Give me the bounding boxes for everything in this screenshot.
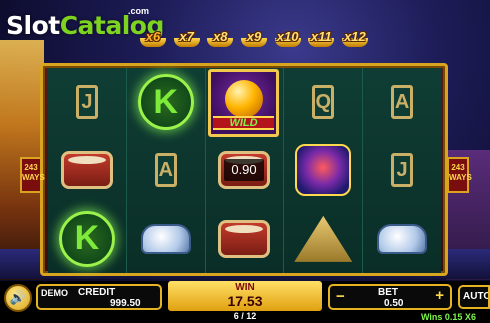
reel-cell	[206, 205, 284, 273]
letter-symbol-a: A	[391, 85, 414, 120]
win-panel: WIN 17.53	[168, 281, 322, 311]
letter-symbol-q: Q	[312, 85, 335, 120]
reel-cell: K	[127, 68, 205, 136]
bet-decrease-button[interactable]: −	[336, 288, 345, 305]
golden-pearl-icon	[225, 80, 263, 118]
multiplier-value: x7	[179, 28, 194, 44]
reel-cell	[127, 205, 205, 273]
reel-cell	[284, 136, 362, 204]
reel-column: JK	[48, 68, 127, 273]
multiplier-ingot: x10	[273, 24, 303, 48]
multiplier-ingot: x6	[138, 24, 168, 48]
letter-symbol-k: K	[137, 74, 194, 131]
ways-count: 243	[24, 163, 38, 172]
sound-button[interactable]: 🔊	[4, 284, 32, 312]
credit-label: CREDIT	[78, 287, 116, 298]
bet-increase-button[interactable]: +	[435, 287, 444, 304]
reel-cell	[363, 205, 441, 273]
free-spin-counter: 6 / 12	[233, 311, 257, 321]
teapot-symbol-icon	[140, 223, 191, 254]
ways-badge-left: 243 WAYS	[20, 157, 45, 193]
demo-mode-label: DEMO	[41, 288, 68, 298]
ways-label: WAYS	[449, 173, 472, 182]
reel-cell	[284, 205, 362, 273]
reel-cell: J	[363, 136, 441, 204]
line-win-amount: 0.90	[224, 159, 264, 181]
drum-symbol-icon	[60, 151, 113, 190]
reel-column: AJ	[363, 68, 441, 273]
ways-label: WAYS	[22, 173, 45, 182]
drum-symbol-icon	[218, 219, 271, 258]
bet-value: 0.50	[384, 298, 404, 309]
auto-spin-button[interactable]: AUTO	[458, 285, 490, 309]
bet-panel: − BET 0.50 +	[328, 284, 452, 310]
teapot-symbol-icon	[377, 223, 428, 254]
reel-cell	[48, 136, 126, 204]
reel-column: Q	[284, 68, 364, 273]
multiplier-value: x10	[276, 28, 299, 44]
letter-symbol-k: K	[58, 210, 115, 267]
credit-panel: DEMO CREDIT 999.50	[36, 284, 162, 310]
multiplier-value: x6	[145, 28, 161, 44]
multiplier-value: x11	[310, 28, 332, 44]
logo-com: .com	[128, 6, 150, 16]
multiplier-ingot: x9	[239, 24, 269, 48]
letter-symbol-j: J	[391, 153, 414, 188]
multiplier-value: x8	[213, 28, 228, 44]
multiplier-value: x9	[246, 28, 262, 44]
multiplier-ingot: x11	[306, 24, 336, 48]
multiplier-value: x12	[344, 28, 366, 44]
reel-cell: J	[48, 68, 126, 136]
ways-count: 243	[451, 163, 465, 172]
wins-ticker: Wins 0.15 X6	[421, 312, 476, 322]
bet-label: BET	[378, 287, 398, 298]
credit-value: 999.50	[110, 298, 141, 309]
wild-label: WILD	[213, 116, 274, 130]
ways-badge-right: 243 WAYS	[447, 157, 472, 193]
letter-symbol-j: J	[75, 85, 98, 120]
multiplier-ingot: x8	[205, 24, 235, 48]
reel-cell: A	[127, 136, 205, 204]
multiplier-ingot: x12	[340, 24, 370, 48]
wild-symbol: WILD	[208, 69, 279, 137]
reel-cell: A	[363, 68, 441, 136]
reel-column: KA	[126, 68, 206, 273]
letter-symbol-a: A	[154, 153, 177, 188]
reel-cell: K	[48, 205, 126, 273]
multiplier-ingot: x7	[172, 24, 202, 48]
multiplier-bar: x6 x7 x8 x9 x10 x11 x12	[138, 24, 370, 48]
reel-cell: Q	[284, 68, 362, 136]
zongzi-symbol-icon	[294, 215, 353, 262]
win-value: 17.53	[227, 293, 263, 309]
logo-slot: Slot	[6, 11, 60, 40]
dragon-symbol-icon	[295, 144, 352, 197]
speaker-icon: 🔊	[9, 290, 27, 305]
